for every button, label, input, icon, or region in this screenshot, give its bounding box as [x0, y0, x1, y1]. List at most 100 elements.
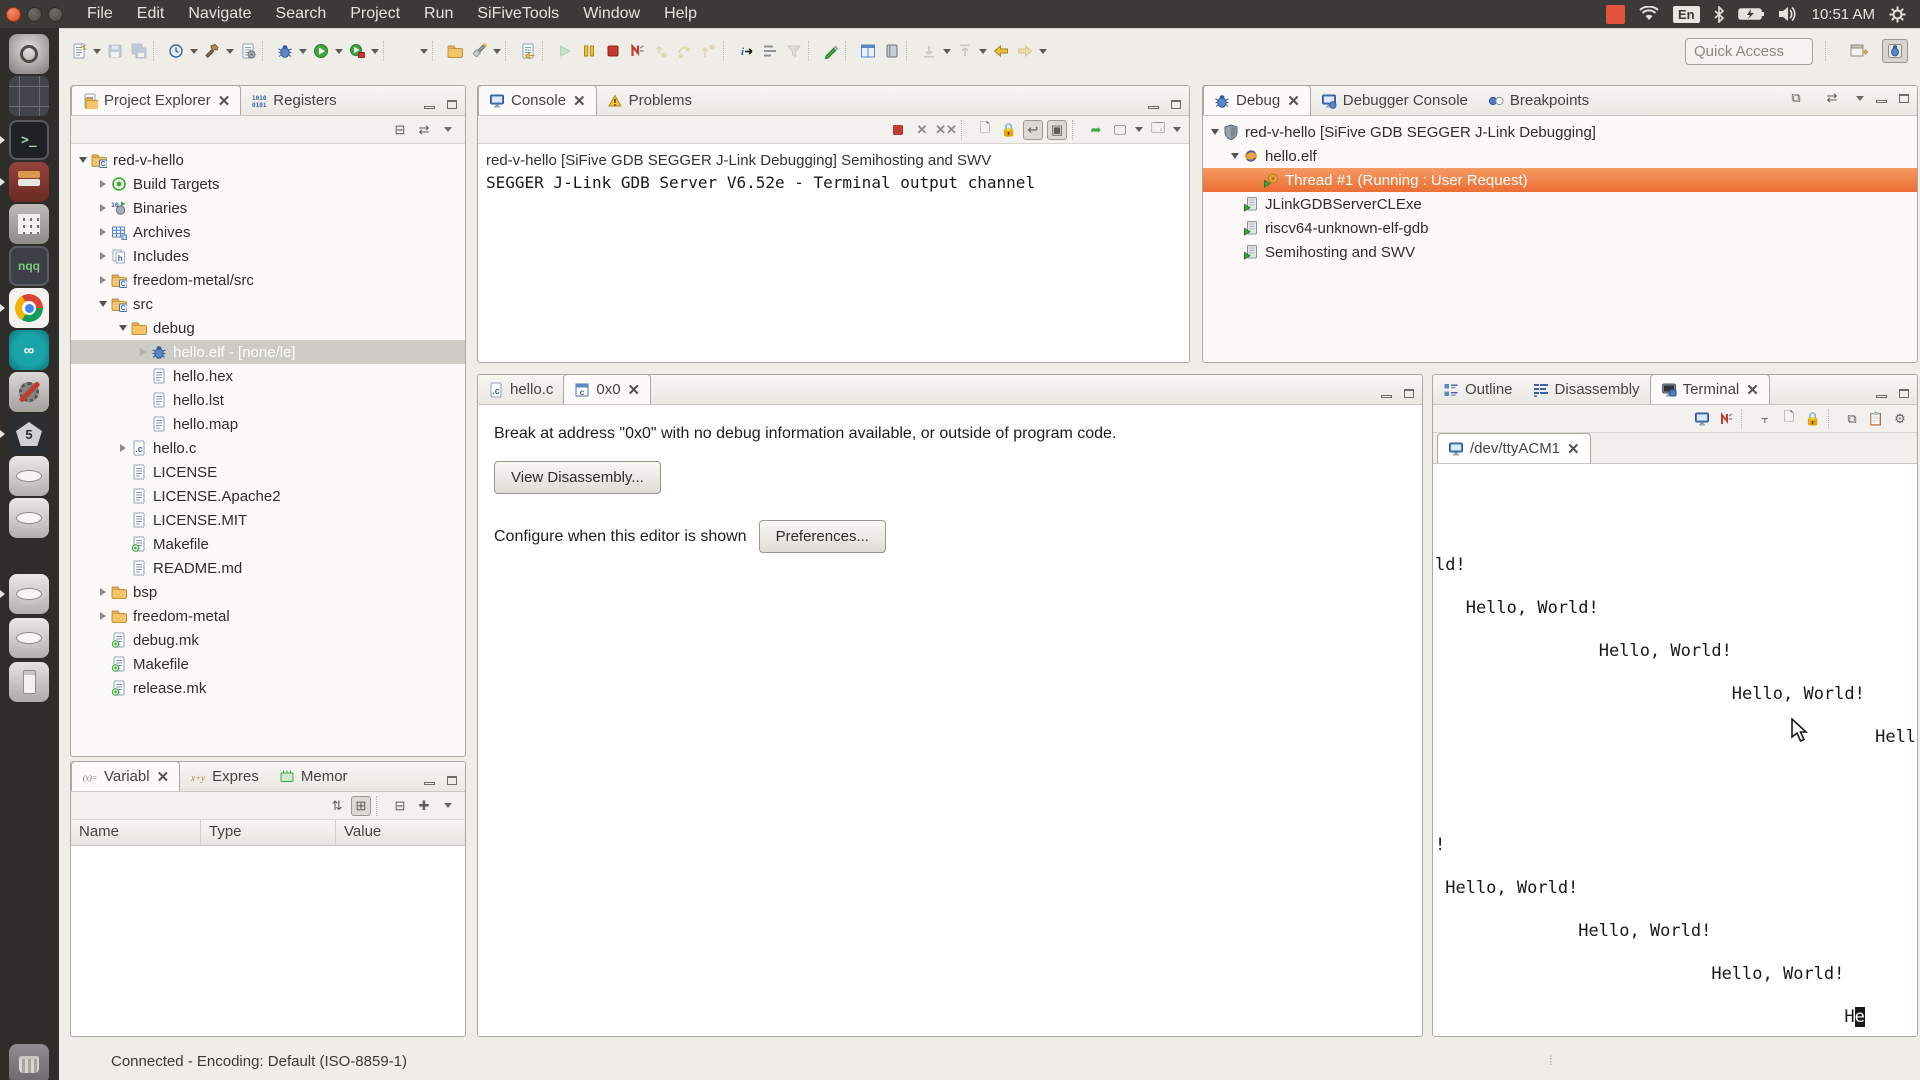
battery-icon[interactable] — [1738, 7, 1764, 21]
tree-item-bsp[interactable]: bsp — [71, 580, 465, 604]
tree-item-hello-hex[interactable]: hello.hex — [71, 364, 465, 388]
menu-item-sifivetools[interactable]: SiFiveTools — [467, 1, 569, 27]
column-type[interactable]: Type — [201, 820, 336, 845]
window-minimize-button[interactable] — [27, 7, 42, 22]
remove-all-terminated-button[interactable]: ⧉ — [1785, 87, 1807, 109]
tree-item-hello-c[interactable]: .chello.c — [71, 436, 465, 460]
external-tools-button[interactable] — [346, 40, 368, 62]
search-menu-icon[interactable] — [491, 40, 503, 62]
tab-outline[interactable]: Outline — [1433, 375, 1523, 404]
open-console-button[interactable]: 🗔 — [1148, 120, 1168, 140]
tree-item-makefile[interactable]: Makefile — [71, 652, 465, 676]
dock-item-terminal[interactable]: >_ — [9, 120, 49, 160]
dock-item-usb-drive[interactable] — [9, 662, 49, 702]
new-view-button[interactable] — [857, 40, 879, 62]
tree-item-debug-mk[interactable]: debug.mk — [71, 628, 465, 652]
session-gear-icon[interactable] — [1889, 6, 1906, 23]
dock-item-disk-4[interactable] — [9, 618, 49, 658]
minimize-panel-icon[interactable] — [424, 782, 435, 785]
open-console-button[interactable] — [395, 40, 417, 62]
maximize-panel-icon[interactable] — [1899, 389, 1909, 398]
tree-item-jlinkgdbserverclexe[interactable]: JLinkGDBServerCLExe — [1203, 192, 1917, 216]
tree-item-debug[interactable]: debug — [71, 316, 465, 340]
dock-item-calculator[interactable] — [9, 204, 49, 244]
tree-item-hello-map[interactable]: hello.map — [71, 412, 465, 436]
show-type-names-button[interactable]: ⇅ — [327, 796, 347, 816]
menu-item-run[interactable]: Run — [414, 1, 463, 27]
debug-perspective-button[interactable] — [1882, 39, 1908, 63]
dock-item-disk-2[interactable] — [9, 498, 49, 538]
build-menu-icon[interactable] — [224, 40, 236, 62]
dock-item-arduino[interactable]: ∞ — [9, 330, 49, 370]
show-console-on-output-toggle[interactable]: ▣ — [1047, 120, 1067, 140]
breakpoint-types-button[interactable] — [881, 40, 903, 62]
terminal-output-area[interactable]: ld! Hello, World! Hello, World! Hello, W… — [1433, 464, 1917, 1037]
forward-menu-icon[interactable] — [1037, 40, 1049, 62]
save-all-button[interactable] — [128, 40, 150, 62]
tree-item-src[interactable]: Csrc — [71, 292, 465, 316]
disconnect-button[interactable] — [626, 40, 648, 62]
tree-item-thread-1-running-user-request[interactable]: Thread #1 (Running : User Request) — [1203, 168, 1917, 192]
terminate-button[interactable] — [888, 120, 908, 140]
expand-arrow-icon[interactable] — [137, 348, 149, 356]
window-maximize-button[interactable] — [48, 7, 63, 22]
tab-expressions[interactable]: x+yExpres — [180, 762, 269, 791]
debug-menu-icon[interactable] — [297, 40, 309, 62]
maximize-panel-icon[interactable] — [1404, 389, 1414, 398]
view-menu-button[interactable] — [1856, 96, 1864, 101]
expand-arrow-icon[interactable] — [77, 157, 89, 163]
use-step-filters-button[interactable] — [783, 40, 805, 62]
tab-hello-c[interactable]: .chello.c — [478, 375, 563, 404]
bluetooth-icon[interactable] — [1714, 6, 1724, 23]
resume-button[interactable] — [554, 40, 576, 62]
word-wrap-toggle[interactable]: ↩ — [1023, 120, 1043, 140]
maximize-panel-icon[interactable] — [1171, 100, 1181, 109]
paste-button[interactable]: 📋 — [1866, 409, 1886, 429]
menu-item-navigate[interactable]: Navigate — [178, 1, 261, 27]
maximize-panel-icon[interactable] — [1899, 94, 1909, 103]
remove-launch-button[interactable]: ✕ — [912, 120, 932, 140]
back-button[interactable] — [990, 40, 1012, 62]
tab-problems[interactable]: Problems — [597, 86, 702, 115]
terminal-settings-button[interactable]: ⚙ — [1890, 409, 1910, 429]
maximize-panel-icon[interactable] — [447, 776, 457, 785]
tab-registers[interactable]: 10100101Registers — [241, 86, 346, 115]
open-perspective-button[interactable] — [1846, 39, 1872, 63]
terminate-button[interactable] — [602, 40, 624, 62]
previous-annotation-button[interactable] — [954, 40, 976, 62]
last-edit-location-button[interactable] — [517, 40, 539, 62]
search-button[interactable] — [468, 40, 490, 62]
tab-debug[interactable]: Debug✕ — [1203, 85, 1311, 115]
step-over-button[interactable] — [674, 40, 696, 62]
external-tools-menu-icon[interactable] — [369, 40, 381, 62]
minimize-panel-icon[interactable] — [1876, 100, 1887, 103]
expand-arrow-icon[interactable] — [117, 325, 129, 331]
tab-project-explorer[interactable]: Project Explorer✕ — [71, 85, 241, 115]
toggle-command-input-button[interactable]: 🔒 — [1803, 409, 1823, 429]
new-wizard-menu-icon[interactable] — [91, 40, 103, 62]
tree-item-riscv64-unknown-elf-gdb[interactable]: riscv64-unknown-elf-gdb — [1203, 216, 1917, 240]
tab-variables[interactable]: (x)=Variabl✕ — [71, 761, 180, 791]
column-name[interactable]: Name — [71, 820, 201, 845]
instruction-stepping-mode-button[interactable] — [759, 40, 781, 62]
view-menu-button[interactable] — [438, 796, 458, 816]
close-icon[interactable]: ✕ — [1287, 92, 1300, 110]
debug-button[interactable] — [274, 40, 296, 62]
expand-arrow-icon[interactable] — [97, 228, 109, 236]
tab-terminal[interactable]: Terminal✕ — [1650, 374, 1770, 404]
tab-console[interactable]: Console✕ — [478, 85, 597, 115]
recording-indicator-icon[interactable] — [1606, 5, 1625, 24]
dock-item-notepadqq[interactable]: nqq — [9, 246, 49, 286]
tree-item-makefile[interactable]: Makefile — [71, 532, 465, 556]
run-button[interactable] — [310, 40, 332, 62]
minimize-panel-icon[interactable] — [424, 106, 435, 109]
close-icon[interactable]: ✕ — [1746, 381, 1759, 399]
view-disassembly-button[interactable]: View Disassembly... — [494, 461, 661, 494]
build-all-button[interactable] — [237, 40, 259, 62]
tree-item-license-mit[interactable]: LICENSE.MIT — [71, 508, 465, 532]
dock-item-disk-1[interactable] — [9, 456, 49, 496]
close-icon[interactable]: ✕ — [628, 381, 641, 399]
tree-item-license-apache2[interactable]: LICENSE.Apache2 — [71, 484, 465, 508]
dock-item-ubuntu[interactable] — [9, 34, 49, 74]
dock-item-file-archive[interactable] — [9, 162, 49, 202]
